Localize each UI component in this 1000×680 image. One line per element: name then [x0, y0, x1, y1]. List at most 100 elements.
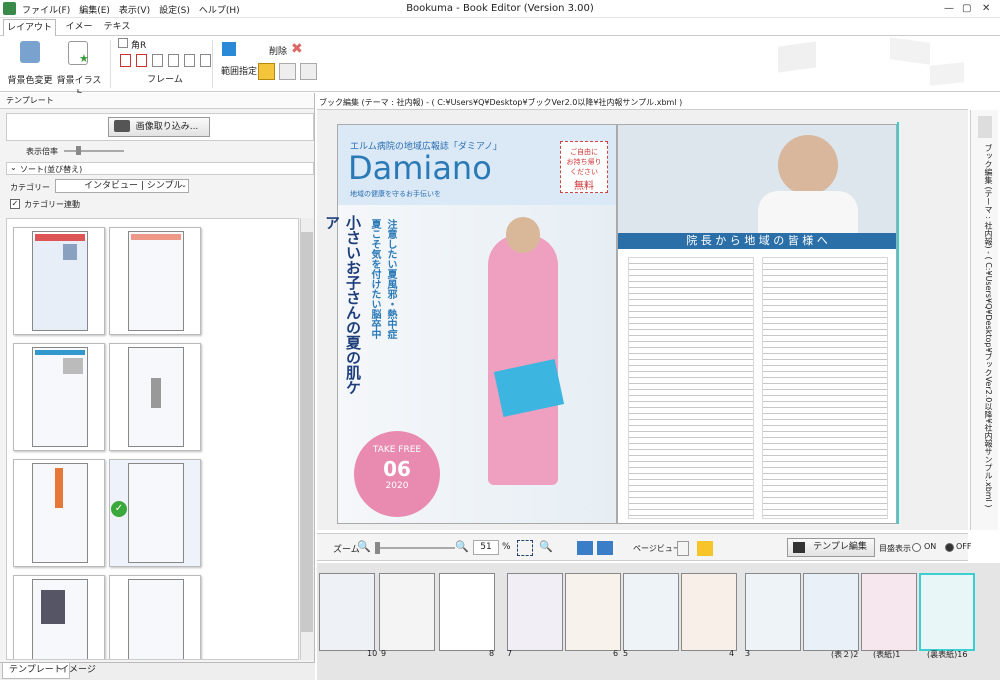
mode-save-icon[interactable] — [300, 63, 317, 80]
chevron-down-icon: ⌄ — [181, 181, 187, 189]
next-page-icon[interactable] — [597, 541, 613, 555]
wrench-icon — [793, 542, 805, 553]
zoom-toolbar: ズーム 🔍 🔍 51 % 🔍 ページビュー テンプレ編集 目盛表示 ON OFF — [317, 533, 972, 561]
page-thumb[interactable] — [623, 573, 679, 651]
page-label: 3 — [745, 649, 751, 658]
fit-width-icon[interactable]: 🔍 — [539, 540, 553, 553]
corner-r-checkbox[interactable] — [118, 38, 128, 48]
page-label: (裏表紙)16 — [927, 650, 968, 659]
zoom-slider-thumb[interactable] — [375, 542, 380, 554]
frame-style-2[interactable] — [136, 54, 147, 67]
chevron-down-icon: ⌄ — [10, 163, 17, 172]
frame-style-5[interactable] — [184, 54, 195, 67]
headline-sub2: 夏こそ気を付けたい脳卒中 — [369, 219, 380, 339]
tab-text[interactable]: テキスト — [100, 19, 134, 48]
range-select-label: 範囲指定 — [221, 67, 258, 77]
zoom-value-input[interactable]: 51 — [473, 540, 499, 555]
cover-brand: Damiano — [348, 149, 492, 187]
frame-style-4[interactable] — [168, 54, 179, 67]
mode-edit-icon[interactable] — [258, 63, 275, 80]
page-label: 4 — [729, 649, 735, 658]
book-decoration-icon — [930, 62, 964, 86]
headline-main: 小さいお子さんの夏の肌ケア — [323, 215, 362, 395]
page-label: 9 — [381, 649, 387, 658]
close-icon[interactable]: ✕ — [982, 3, 990, 14]
tab-image[interactable]: イメージ — [62, 19, 96, 48]
delete-icon[interactable]: ✖ — [291, 41, 303, 57]
badge-line1: ご自由に — [570, 148, 598, 156]
percent-label: % — [502, 542, 511, 552]
zoom-slider-thumb[interactable] — [76, 146, 81, 155]
page-thumb[interactable] — [319, 573, 375, 651]
cover-tagline: 地域の健康を守るお手伝いを — [350, 190, 441, 198]
template-thumb[interactable] — [13, 459, 105, 567]
grid-on-radio[interactable] — [912, 543, 921, 552]
ribbon-tabs: レイアウト イメージ テキスト — [0, 19, 1000, 48]
category-link-label: カテゴリー連動 — [24, 200, 80, 209]
maximize-icon[interactable]: ▢ — [962, 3, 971, 14]
prev-page-icon[interactable] — [577, 541, 593, 555]
zoom-label: 表示倍率 — [26, 147, 58, 156]
page-thumb[interactable] — [803, 573, 859, 651]
template-thumb[interactable] — [13, 575, 105, 659]
right-page[interactable]: 院 長 か ら 地 域 の 皆 様 へ — [617, 124, 897, 524]
template-thumb[interactable] — [109, 227, 201, 335]
category-link-checkbox[interactable]: ✓ — [10, 199, 20, 209]
spine-marker — [897, 122, 899, 524]
zoom-in-icon[interactable]: 🔍 — [455, 540, 469, 553]
fit-page-icon[interactable] — [517, 540, 533, 556]
tab-image-bottom[interactable]: イメージ — [54, 663, 102, 679]
page-thumb[interactable] — [681, 573, 737, 651]
template-thumb[interactable] — [13, 227, 105, 335]
page-thumb[interactable] — [745, 573, 801, 651]
body-text-column — [628, 257, 754, 519]
sort-label: ソート(並び替え) — [20, 165, 83, 174]
template-thumb[interactable] — [13, 343, 105, 451]
left-page[interactable]: エルム病院の地域広報誌「ダミアノ」 Damiano 地域の健康を守るお手伝いを … — [323, 124, 617, 524]
template-thumb[interactable] — [109, 343, 201, 451]
window-title: Bookuma - Book Editor (Version 3.00) — [406, 3, 594, 14]
template-thumb[interactable] — [109, 575, 201, 659]
bg-color-label: 背景色変更 — [7, 76, 53, 86]
grid-off-radio[interactable] — [945, 543, 954, 552]
spread-page-icon[interactable] — [697, 541, 713, 556]
frame-style-3[interactable] — [152, 54, 163, 67]
book-path: ブック編集 (テーマ : 社内報) - ( C:¥Users¥Q¥Desktop… — [317, 96, 968, 110]
panel-toggle[interactable] — [978, 116, 992, 138]
zoom-slider[interactable] — [375, 547, 455, 549]
page-thumb[interactable] — [439, 573, 495, 651]
director-coat-placeholder — [758, 191, 858, 235]
zoom-slider-track[interactable] — [64, 150, 124, 152]
category-select[interactable]: インタビュー | シンプル — [55, 179, 189, 193]
badge-line2: お持ち帰り — [566, 158, 602, 166]
page-thumb-selected[interactable] — [919, 573, 975, 651]
frame-style-1[interactable] — [120, 54, 131, 67]
page-canvas[interactable]: エルム病院の地域広報誌「ダミアノ」 Damiano 地域の健康を守るお手伝いを … — [317, 110, 968, 530]
page-label: 6 — [613, 649, 619, 658]
page-label: 5 — [623, 649, 629, 658]
delete-label: 削除 — [269, 47, 288, 57]
page-view-label: ページビュー — [633, 544, 681, 553]
page-thumb[interactable] — [565, 573, 621, 651]
page-label: 10 — [367, 649, 378, 658]
body-text-column — [762, 257, 888, 519]
page-thumb[interactable] — [861, 573, 917, 651]
issue-month: 06 — [383, 457, 411, 481]
nurse-face-placeholder — [506, 217, 540, 253]
minimize-icon[interactable]: — — [944, 3, 954, 14]
scrollbar-thumb[interactable] — [301, 232, 313, 632]
bg-illust-button[interactable]: ★ 背景イラスト — [54, 39, 104, 99]
zoom-out-icon[interactable]: 🔍 — [357, 540, 371, 553]
category-label: カテゴリー — [10, 183, 50, 192]
frame-style-6[interactable] — [200, 54, 211, 67]
bg-color-button[interactable]: 背景色変更 — [7, 39, 53, 89]
tab-layout[interactable]: レイアウト — [3, 19, 56, 37]
mode-check-icon[interactable] — [279, 63, 296, 80]
corner-r-label: 角R — [131, 41, 147, 51]
page-thumb[interactable] — [379, 573, 435, 651]
range-select-icon[interactable] — [222, 42, 236, 56]
page-thumb[interactable] — [507, 573, 563, 651]
single-page-icon[interactable] — [677, 541, 689, 556]
ribbon-divider — [212, 40, 213, 88]
issue-badge: TAKE FREE 06 2020 — [354, 431, 440, 517]
